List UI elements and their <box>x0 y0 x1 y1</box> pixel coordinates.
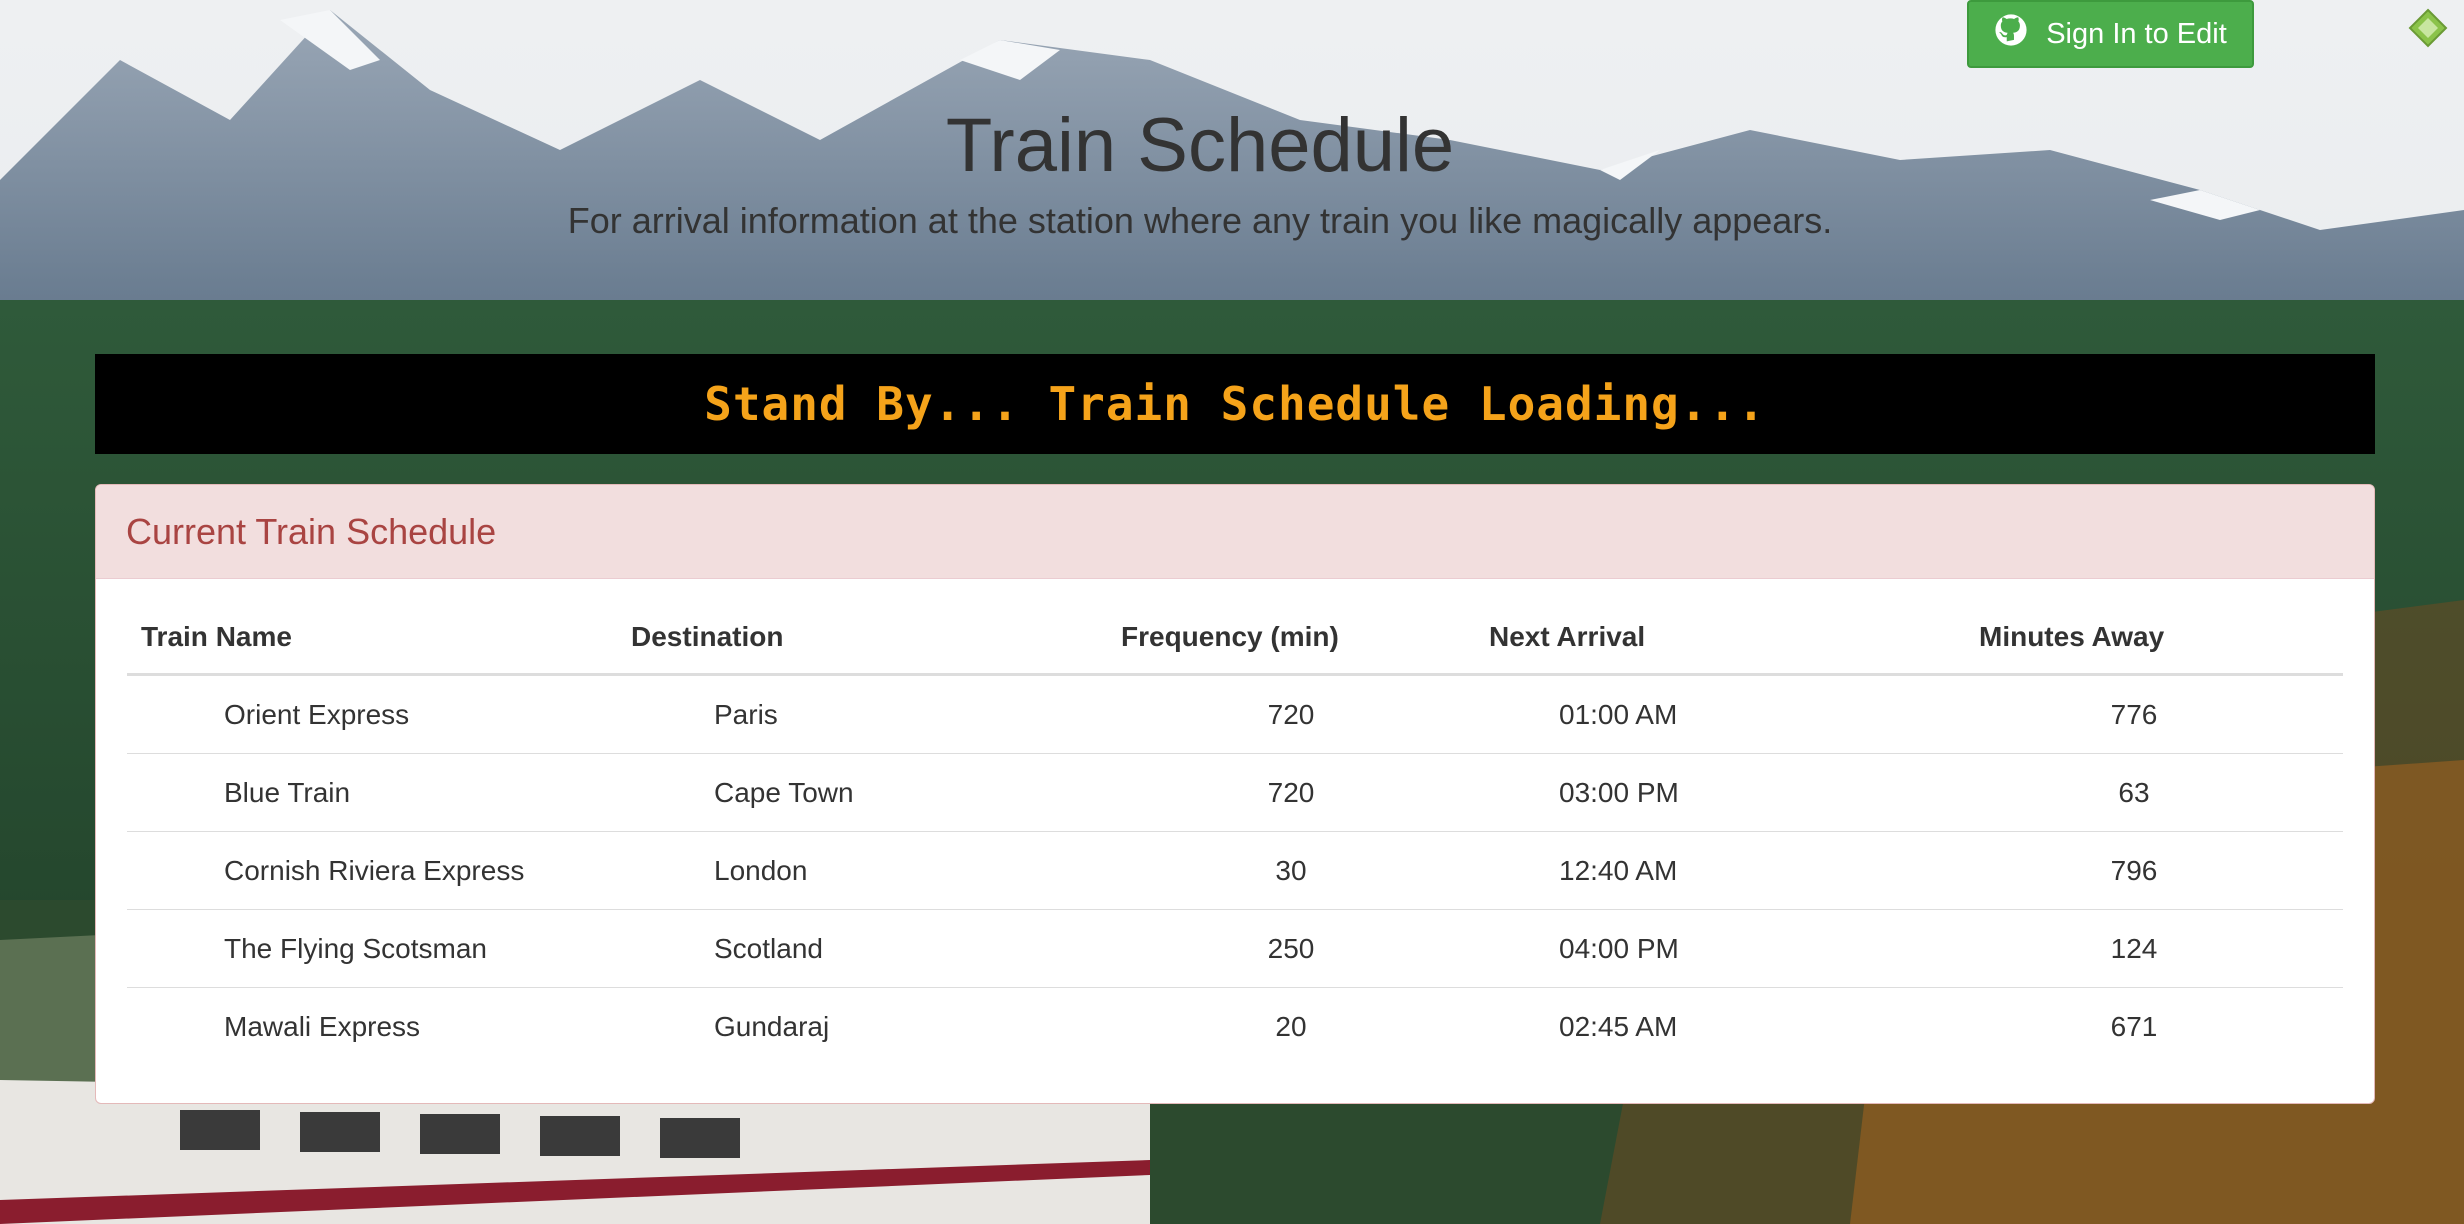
minutes-away-cell: 776 <box>1965 674 2343 754</box>
loading-banner-text: Stand By... Train Schedule Loading... <box>704 377 1766 431</box>
destination-cell: Paris <box>617 674 1107 754</box>
table-row: Orient Express Paris 720 01:00 AM 776 <box>127 674 2343 754</box>
column-header-minutes-away: Minutes Away <box>1965 601 2343 676</box>
column-header-destination: Destination <box>617 601 1107 676</box>
loading-banner: Stand By... Train Schedule Loading... <box>95 354 2375 454</box>
minutes-away-cell: 124 <box>1965 909 2343 988</box>
train-name-cell: The Flying Scotsman <box>127 909 617 988</box>
destination-cell: London <box>617 831 1107 910</box>
destination-cell: Gundaraj <box>617 987 1107 1065</box>
column-header-frequency: Frequency (min) <box>1107 601 1475 676</box>
train-name-cell: Mawali Express <box>127 987 617 1065</box>
frequency-cell: 30 <box>1107 831 1475 910</box>
table-header-row: Train Name Destination Frequency (min) N… <box>127 601 2343 676</box>
frequency-cell: 720 <box>1107 674 1475 754</box>
schedule-table: Train Name Destination Frequency (min) N… <box>127 601 2343 1065</box>
next-arrival-cell: 12:40 AM <box>1475 831 1965 910</box>
table-row: Cornish Riviera Express London 30 12:40 … <box>127 831 2343 910</box>
minutes-away-cell: 63 <box>1965 753 2343 832</box>
next-arrival-cell: 04:00 PM <box>1475 909 1965 988</box>
schedule-panel: Current Train Schedule Train Name Destin… <box>95 484 2375 1104</box>
frequency-cell: 20 <box>1107 987 1475 1065</box>
github-icon <box>1994 13 2028 55</box>
frequency-cell: 250 <box>1107 909 1475 988</box>
train-name-cell: Orient Express <box>127 674 617 754</box>
frequency-cell: 720 <box>1107 753 1475 832</box>
page-title: Train Schedule <box>945 103 1455 188</box>
minutes-away-cell: 796 <box>1965 831 2343 910</box>
sign-in-label: Sign In to Edit <box>2046 17 2227 50</box>
table-row: Mawali Express Gundaraj 20 02:45 AM 671 <box>127 987 2343 1065</box>
destination-cell: Scotland <box>617 909 1107 988</box>
train-name-cell: Blue Train <box>127 753 617 832</box>
train-name-cell: Cornish Riviera Express <box>127 831 617 910</box>
sign-in-button[interactable]: Sign In to Edit <box>1967 0 2254 68</box>
schedule-panel-header: Current Train Schedule <box>96 485 2374 579</box>
next-arrival-cell: 01:00 AM <box>1475 674 1965 754</box>
column-header-train-name: Train Name <box>127 601 617 676</box>
minutes-away-cell: 671 <box>1965 987 2343 1065</box>
destination-cell: Cape Town <box>617 753 1107 832</box>
column-header-next-arrival: Next Arrival <box>1475 601 1965 676</box>
next-arrival-cell: 02:45 AM <box>1475 987 1965 1065</box>
diamond-badge-icon[interactable] <box>2408 8 2448 48</box>
page-subtitle: For arrival information at the station w… <box>567 200 1833 241</box>
next-arrival-cell: 03:00 PM <box>1475 753 1965 832</box>
table-row: Blue Train Cape Town 720 03:00 PM 63 <box>127 753 2343 832</box>
table-row: The Flying Scotsman Scotland 250 04:00 P… <box>127 909 2343 988</box>
schedule-panel-title: Current Train Schedule <box>126 510 497 552</box>
